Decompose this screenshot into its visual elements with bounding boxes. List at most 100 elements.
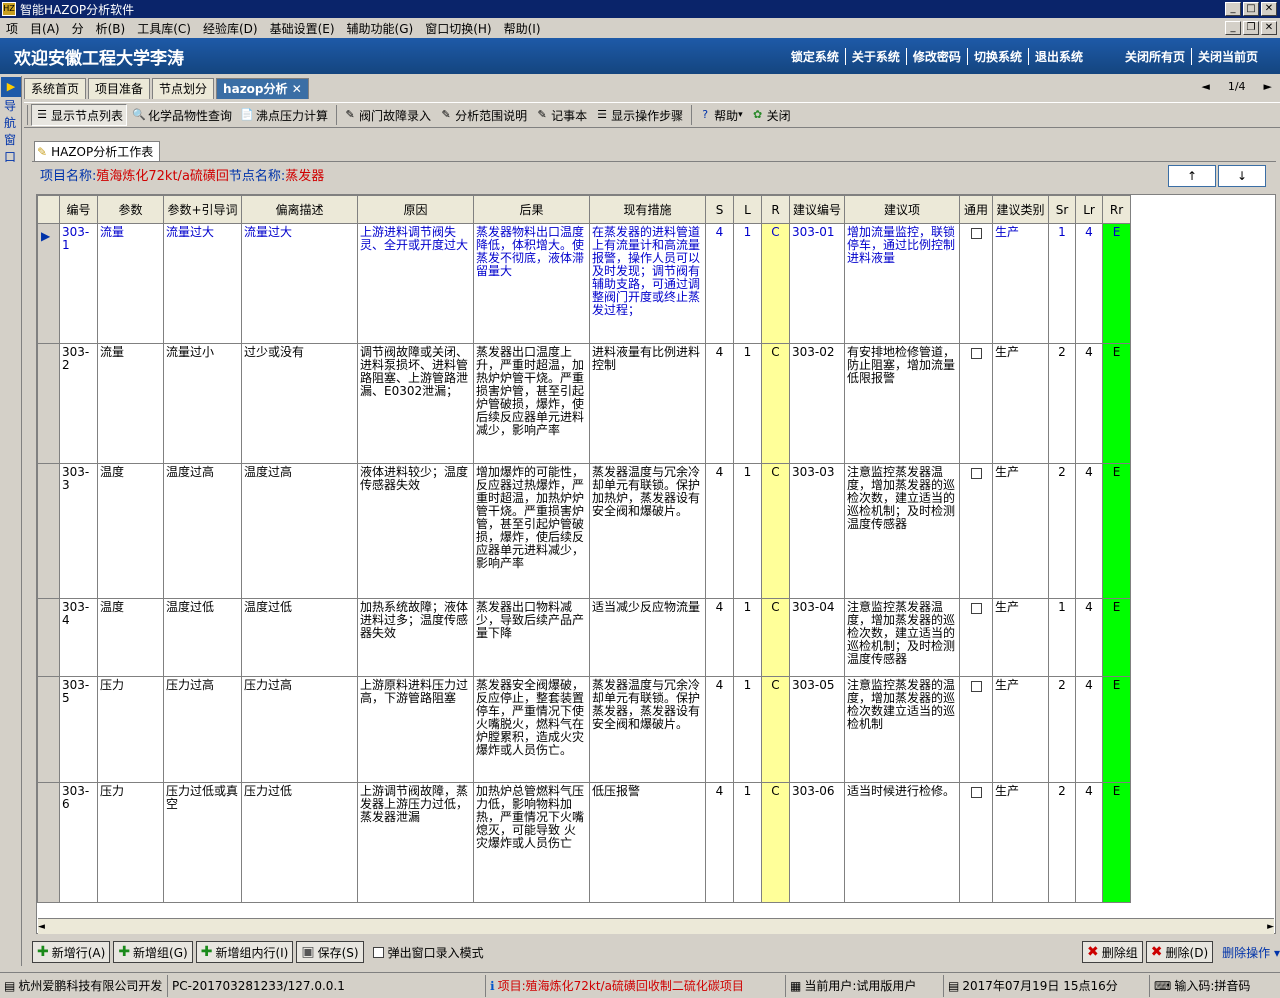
cell-dev[interactable]: 流量过大 [241, 223, 358, 344]
column-header[interactable]: 参数+引导词 [163, 195, 242, 224]
cell-r[interactable]: C [761, 343, 790, 464]
cell-cat[interactable]: 生产 [992, 223, 1049, 344]
cell-cause[interactable]: 上游原料进料压力过高，下游管路阻塞 [357, 676, 474, 783]
cell-sr[interactable]: 2 [1048, 343, 1076, 464]
cell-dev[interactable]: 过少或没有 [241, 343, 358, 464]
add-in-group-row-button[interactable]: ✚ 新增组内行(I) [195, 941, 294, 963]
lock-system-link[interactable]: 锁定系统 [785, 47, 846, 65]
cell-l[interactable]: 1 [733, 676, 762, 783]
cell-s[interactable]: 4 [705, 676, 734, 783]
cell-r[interactable]: C [761, 782, 790, 903]
column-header[interactable]: S [705, 195, 734, 224]
cell-lr[interactable]: 4 [1075, 782, 1103, 903]
column-header[interactable]: 参数 [97, 195, 164, 224]
column-header[interactable]: 建议类别 [992, 195, 1049, 224]
exit-system-link[interactable]: 退出系统 [1029, 48, 1089, 65]
table-row[interactable]: 303-3 温度 温度过高 温度过高 液体进料较少；温度传感器失效 增加爆炸的可能性，反应… [37, 463, 1131, 599]
table-row[interactable]: 303-5 压力 压力过高 压力过高 上游原料进料压力过高，下游管路阻塞 蒸发器安全阀爆破… [37, 676, 1131, 783]
menu-item[interactable]: 帮助(I) [498, 20, 547, 37]
cell-l[interactable]: 1 [733, 598, 762, 677]
general-checkbox[interactable] [970, 681, 982, 692]
scope-description-button[interactable]: ✎ 分析范围说明 [436, 104, 530, 126]
cell-l[interactable]: 1 [733, 223, 762, 344]
cell-rr[interactable]: E [1102, 463, 1131, 599]
tab-hazop-analysis[interactable]: hazop分析 ✕ [216, 78, 309, 99]
general-checkbox[interactable] [970, 348, 982, 359]
cell-gen[interactable] [959, 598, 993, 677]
scroll-right-arrow[interactable]: ► [1267, 922, 1274, 932]
column-header[interactable]: R [761, 195, 790, 224]
tab-home[interactable]: 系统首页 [24, 78, 87, 99]
valve-fault-entry-button[interactable]: ✎ 阀门故障录入 [340, 104, 434, 126]
popup-mode-checkbox[interactable]: 弹出窗口录入模式 [372, 944, 484, 961]
menu-item[interactable]: 窗口切换(H) [419, 20, 497, 37]
menu-item[interactable]: 经验库(D) [197, 20, 264, 37]
table-row[interactable]: ▶ 303-1 流量 流量过大 流量过大 上游进料调节阀失灵、全开或开度过大 蒸发器物料出口… [37, 223, 1131, 344]
cell-sug[interactable]: 增加流量监控，联锁停车，通过比例控制进料液量 [844, 223, 960, 344]
table-row[interactable]: 303-4 温度 温度过低 温度过低 加热系统故障；液体进料过多；温度传感器失效 蒸发器出… [37, 598, 1131, 677]
row-indicator[interactable] [37, 463, 60, 599]
cell-id[interactable]: 303-3 [59, 463, 98, 599]
cell-r[interactable]: C [761, 598, 790, 677]
menu-item[interactable]: 辅助功能(G) [341, 20, 420, 37]
cell-measure[interactable]: 低压报警 [589, 782, 706, 903]
move-up-button[interactable]: ↑ [1168, 165, 1216, 187]
cell-measure[interactable]: 适当减少反应物流量 [589, 598, 706, 677]
help-button[interactable]: ? 帮助 ▾ [695, 104, 746, 126]
cell-measure[interactable]: 进料液量有比例进料控制 [589, 343, 706, 464]
table-row[interactable]: 303-2 流量 流量过小 过少或没有 调节阀故障或关闭、进料泵损坏、进料管路阻塞、上游… [37, 343, 1131, 464]
cell-guide[interactable]: 压力过低或真空 [163, 782, 242, 903]
cell-lr[interactable]: 4 [1075, 598, 1103, 677]
row-indicator[interactable] [37, 343, 60, 464]
column-header[interactable]: 建议编号 [789, 195, 845, 224]
cell-lr[interactable]: 4 [1075, 343, 1103, 464]
cell-id[interactable]: 303-6 [59, 782, 98, 903]
cell-sug[interactable]: 注意监控蒸发器温度，增加蒸发器的巡检次数，建立适当的巡检机制；及时检测温度传感器 [844, 598, 960, 677]
boiling-point-calc-button[interactable]: 📄 沸点压力计算 [237, 104, 331, 126]
row-indicator[interactable]: ▶ [37, 223, 60, 344]
cell-sug[interactable]: 注意监控蒸发器温度，增加蒸发器的巡检次数，建立适当的巡检机制；及时检测温度传感器 [844, 463, 960, 599]
prev-page-button[interactable]: ◄ [1201, 80, 1209, 93]
cell-param[interactable]: 压力 [97, 676, 164, 783]
move-down-button[interactable]: ↓ [1218, 165, 1266, 187]
change-password-link[interactable]: 修改密码 [907, 47, 968, 65]
menu-item[interactable]: 目(A) [24, 20, 66, 37]
cell-guide[interactable]: 流量过大 [163, 223, 242, 344]
cell-cause[interactable]: 液体进料较少；温度传感器失效 [357, 463, 474, 599]
horizontal-scrollbar[interactable]: ◄ ► [38, 918, 1274, 934]
general-checkbox[interactable] [970, 603, 982, 614]
cell-r[interactable]: C [761, 463, 790, 599]
general-checkbox[interactable] [970, 228, 982, 239]
show-steps-button[interactable]: ☰ 显示操作步骤 [592, 104, 686, 126]
row-indicator[interactable] [37, 598, 60, 677]
column-header[interactable]: Lr [1075, 195, 1103, 224]
close-current-page-link[interactable]: 关闭当前页 [1192, 48, 1264, 65]
cell-cause[interactable]: 加热系统故障；液体进料过多；温度传感器失效 [357, 598, 474, 677]
cell-rr[interactable]: E [1102, 782, 1131, 903]
cell-l[interactable]: 1 [733, 463, 762, 599]
worksheet-tab[interactable]: ✎ HAZOP分析工作表 [34, 141, 161, 161]
cell-l[interactable]: 1 [733, 343, 762, 464]
cell-cause[interactable]: 上游进料调节阀失灵、全开或开度过大 [357, 223, 474, 344]
column-header[interactable]: 原因 [357, 195, 474, 224]
column-header[interactable]: Rr [1102, 195, 1131, 224]
menu-item[interactable]: 分 [66, 20, 90, 37]
cell-measure[interactable]: 蒸发器温度与冗余冷却单元有联锁。保护蒸发器，蒸发器设有安全阀和爆破片。 [589, 676, 706, 783]
cell-s[interactable]: 4 [705, 463, 734, 599]
menu-item[interactable]: 项 [0, 20, 24, 37]
cell-sug[interactable]: 注意监控蒸发器的温度，增加蒸发器的巡检次数建立适当的巡检机制 [844, 676, 960, 783]
cell-dev[interactable]: 压力过低 [241, 782, 358, 903]
row-indicator[interactable] [37, 782, 60, 903]
column-header[interactable]: L [733, 195, 762, 224]
cell-lr[interactable]: 4 [1075, 676, 1103, 783]
close-all-pages-link[interactable]: 关闭所有页 [1119, 47, 1192, 65]
menu-item[interactable]: 基础设置(E) [264, 20, 341, 37]
cell-cat[interactable]: 生产 [992, 598, 1049, 677]
column-header[interactable]: 通用 [959, 195, 993, 224]
cell-sid[interactable]: 303-02 [789, 343, 845, 464]
cell-sr[interactable]: 1 [1048, 598, 1076, 677]
cell-conseq[interactable]: 蒸发器物料出口温度降低，体积增大。使蒸发不彻底，液体滞留量大 [473, 223, 590, 344]
cell-dev[interactable]: 温度过低 [241, 598, 358, 677]
cell-s[interactable]: 4 [705, 598, 734, 677]
cell-param[interactable]: 温度 [97, 598, 164, 677]
